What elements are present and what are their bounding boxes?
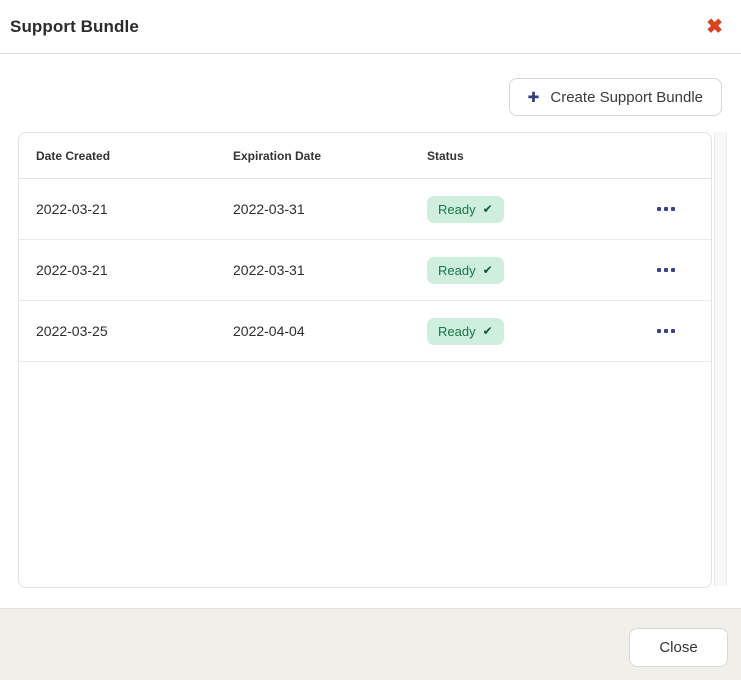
expiration-date-cell: 2022-03-31 [233, 201, 427, 217]
column-header-date-created: Date Created [36, 149, 233, 163]
create-support-bundle-label: Create Support Bundle [550, 89, 703, 106]
column-header-expiration-date: Expiration Date [233, 149, 427, 163]
expiration-date-cell: 2022-03-31 [233, 262, 427, 278]
status-badge: Ready ✔ [427, 257, 504, 284]
ellipsis-icon [657, 268, 661, 272]
ellipsis-icon [657, 329, 661, 333]
status-label: Ready [438, 202, 476, 217]
support-bundle-modal: Support Bundle ✖ ✚ Create Support Bundle… [0, 0, 741, 680]
support-bundle-table: Date Created Expiration Date Status 2022… [18, 132, 712, 588]
status-label: Ready [438, 263, 476, 278]
close-button[interactable]: ✖ [704, 15, 725, 39]
table-row: 2022-03-21 2022-03-31 Ready ✔ [19, 179, 711, 240]
modal-footer: Close [0, 608, 741, 680]
plus-icon: ✚ [528, 90, 540, 104]
check-icon: ✔ [483, 264, 493, 276]
ellipsis-icon [657, 207, 661, 211]
modal-body: ✚ Create Support Bundle Date Created Exp… [0, 54, 741, 608]
row-actions-button[interactable] [653, 199, 679, 219]
row-actions-button[interactable] [653, 260, 679, 280]
date-created-cell: 2022-03-21 [36, 262, 233, 278]
status-badge: Ready ✔ [427, 318, 504, 345]
date-created-cell: 2022-03-21 [36, 201, 233, 217]
scrollbar-track[interactable] [714, 132, 727, 586]
table-row: 2022-03-25 2022-04-04 Ready ✔ [19, 301, 711, 362]
status-label: Ready [438, 324, 476, 339]
expiration-date-cell: 2022-04-04 [233, 323, 427, 339]
close-icon: ✖ [706, 16, 723, 38]
date-created-cell: 2022-03-25 [36, 323, 233, 339]
check-icon: ✔ [483, 325, 493, 337]
row-actions-button[interactable] [653, 321, 679, 341]
footer-close-button[interactable]: Close [629, 628, 728, 667]
status-badge: Ready ✔ [427, 196, 504, 223]
check-icon: ✔ [483, 203, 493, 215]
table-header-row: Date Created Expiration Date Status [19, 133, 711, 179]
modal-header: Support Bundle ✖ [0, 0, 741, 54]
table-row: 2022-03-21 2022-03-31 Ready ✔ [19, 240, 711, 301]
column-header-status: Status [427, 149, 631, 163]
create-support-bundle-button[interactable]: ✚ Create Support Bundle [509, 78, 722, 116]
page-title: Support Bundle [10, 17, 139, 37]
